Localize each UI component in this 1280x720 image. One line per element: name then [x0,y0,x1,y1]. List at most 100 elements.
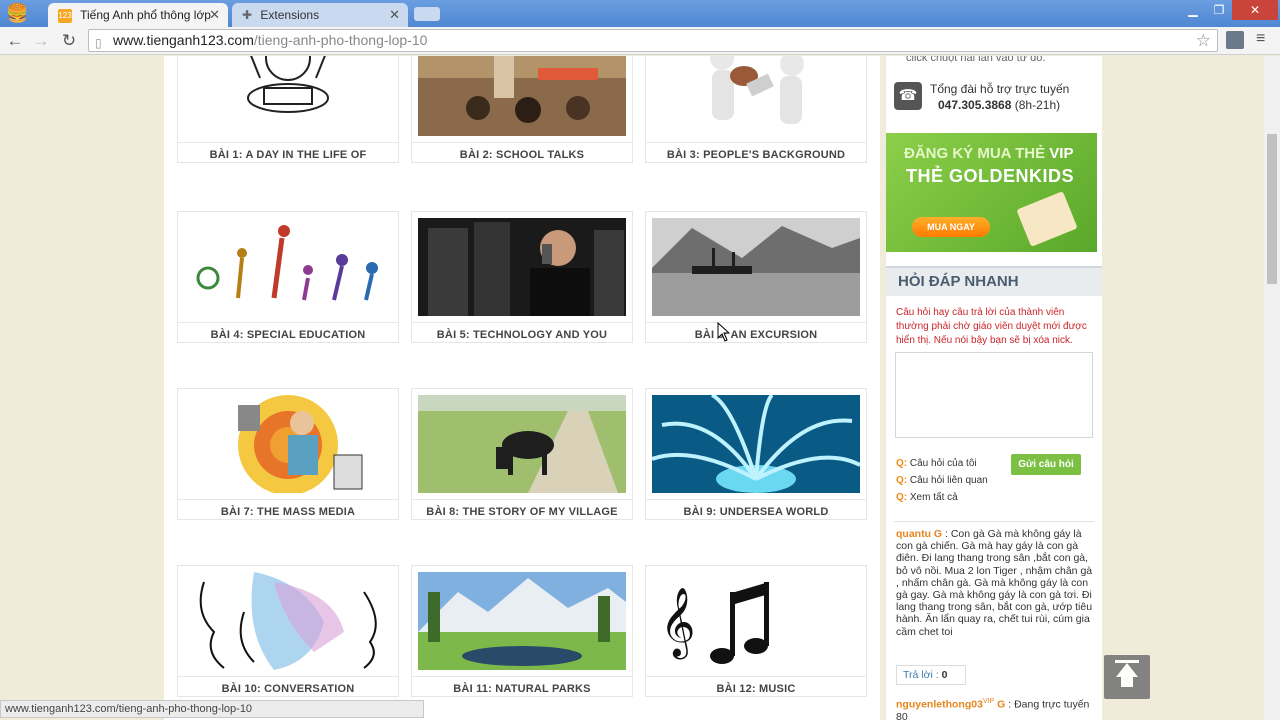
lesson-card-6[interactable]: BÀI 6: AN EXCURSION [645,211,867,343]
vip-badge: VIP [982,698,995,705]
card-divider [178,322,398,323]
lesson-card-1[interactable]: BÀI 1: A DAY IN THE LIFE OF [177,56,399,163]
reply-count: 0 [941,669,948,681]
window-close-icon[interactable]: ✕ [1232,0,1278,20]
lesson-card-2[interactable]: BÀI 2: SCHOOL TALKS [411,56,633,163]
lesson-card-12[interactable]: 𝄞 BÀI 12: MUSIC [645,565,867,697]
lesson-title[interactable]: BÀI 2: SCHOOL TALKS [412,149,632,161]
gift-card-image [1016,191,1078,247]
address-bar[interactable]: ▯ www.tienganh123.com/tieng-anh-pho-thon… [88,29,1218,52]
svg-text:𝄞: 𝄞 [660,587,695,659]
qa-links: Q: Câu hỏi của tôi Q: Câu hỏi liên quan … [896,455,988,506]
burger-app-icon[interactable]: 🍔 [6,2,36,24]
page-icon: ▯ [95,36,102,50]
arrow-stem [1121,677,1133,687]
reload-icon[interactable]: ↻ [58,30,80,52]
tab-close-icon[interactable]: ✕ [389,3,400,27]
qa-comment: quantu G : Con gà Gà mà không gáy là con… [896,528,1096,638]
q-label: Q: [896,475,908,486]
url-host: www.tienganh123.com [113,32,254,48]
phone-number: 047.305.3868 [938,98,1012,112]
lesson-thumbnail [184,572,392,670]
comment-user[interactable]: nguyenlethong03 [896,699,983,711]
lesson-card-5[interactable]: BÀI 5: TECHNOLOGY AND YOU [411,211,633,343]
lesson-title[interactable]: BÀI 12: MUSIC [646,683,866,695]
lesson-card-3[interactable]: BÀI 3: PEOPLE'S BACKGROUND [645,56,867,163]
lesson-title[interactable]: BÀI 4: SPECIAL EDUCATION [178,329,398,341]
qa-link-my-questions[interactable]: Q: Câu hỏi của tôi [896,455,988,472]
lesson-card-10[interactable]: BÀI 10: CONVERSATION [177,565,399,697]
card-divider [646,676,866,677]
lesson-card-11[interactable]: BÀI 11: NATURAL PARKS [411,565,633,697]
qa-link-all[interactable]: Q: Xem tất cả [896,489,988,506]
send-question-button[interactable]: Gửi câu hỏi [1011,454,1081,475]
support-phone: 047.305.3868 (8h-21h) [938,98,1060,112]
lesson-title[interactable]: BÀI 5: TECHNOLOGY AND YOU [412,329,632,341]
goldenkids-banner[interactable]: ĐĂNG KÝ MUA THẺ VIP THẺ GOLDENKIDS MUA N… [886,133,1097,252]
question-textarea[interactable] [895,352,1093,438]
right-sidebar: click chuột hai lần vào từ đó. ☎ Tổng đà… [886,56,1102,720]
lesson-thumbnail [652,218,860,316]
link-text[interactable]: Xem tất cả [910,492,958,503]
lesson-thumbnail [184,56,392,136]
puzzle-icon: ✚ [242,8,253,22]
lesson-card-7[interactable]: BÀI 7: THE MASS MEDIA [177,388,399,520]
link-text[interactable]: Câu hỏi liên quan [910,475,988,486]
lesson-card-9[interactable]: BÀI 9: UNDERSEA WORLD [645,388,867,520]
qa-link-related[interactable]: Q: Câu hỏi liên quan [896,472,988,489]
lesson-thumbnail [418,218,626,316]
banner-vip: VIP [1049,145,1074,162]
tab-tieng-anh[interactable]: 123 Tiếng Anh phổ thông lớp ✕ [48,3,228,27]
tab-close-icon[interactable]: ✕ [209,3,220,27]
card-divider [178,676,398,677]
lesson-card-8[interactable]: BÀI 8: THE STORY OF MY VILLAGE [411,388,633,520]
support-hours: (8h-21h) [1014,98,1061,112]
lesson-title[interactable]: BÀI 8: THE STORY OF MY VILLAGE [412,506,632,518]
tab-extensions[interactable]: ✚ Extensions ✕ [232,3,408,27]
tab-label: Tiếng Anh phổ thông lớp [80,8,211,22]
forward-arrow-icon[interactable]: → [30,30,52,52]
comment-user[interactable]: quantu [896,528,931,540]
back-arrow-icon[interactable]: ← [4,30,26,52]
card-divider [646,499,866,500]
back-to-top-button[interactable] [1104,655,1150,699]
lesson-title[interactable]: BÀI 3: PEOPLE'S BACKGROUND [646,149,866,161]
status-bar: www.tienganh123.com/tieng-anh-pho-thong-… [0,700,424,718]
bookmark-star-icon[interactable]: ☆ [1196,30,1211,51]
new-tab-button[interactable] [414,7,440,21]
chrome-menu-icon[interactable]: ≡ [1256,30,1265,48]
user-badge: G [997,698,1006,711]
quick-qa-title: HỎI ĐÁP NHANH [886,266,1102,296]
reply-button[interactable]: Trả lời : 0 [896,665,966,685]
lesson-title[interactable]: BÀI 10: CONVERSATION [178,683,398,695]
divider [894,521,1094,522]
lesson-title[interactable]: BÀI 11: NATURAL PARKS [412,683,632,695]
lesson-thumbnail [184,395,392,493]
lesson-thumbnail: 𝄞 [652,572,860,670]
page-scrollbar[interactable] [1264,56,1280,720]
dictionary-hint: click chuột hai lần vào từ đó. [906,56,1046,64]
lesson-thumbnail [418,56,626,136]
qa-notice: Câu hỏi hay câu trả lời của thành viên t… [896,307,1087,346]
buy-now-button[interactable]: MUA NGAY [912,217,990,237]
lesson-title[interactable]: BÀI 9: UNDERSEA WORLD [646,506,866,518]
banner-line1: ĐĂNG KÝ MUA THẺ [904,145,1046,162]
lesson-thumbnail [418,572,626,670]
qa-comment: nguyenlethong03VIP G : Đang trực tuyến 8… [896,696,1096,720]
extension-icon[interactable] [1226,31,1244,49]
card-divider [178,142,398,143]
up-arrow-icon [1116,663,1138,677]
lesson-card-4[interactable]: BÀI 4: SPECIAL EDUCATION [177,211,399,343]
user-badge: G [933,528,943,540]
reply-label: Trả lời : [903,669,939,681]
scrollbar-thumb[interactable] [1267,134,1277,284]
maximize-icon[interactable]: ❐ [1206,0,1232,20]
comment-text: : Con gà Gà mà không gáy là con gà chiến… [896,528,1093,638]
link-text[interactable]: Câu hỏi của tôi [910,458,977,469]
lesson-title[interactable]: BÀI 1: A DAY IN THE LIFE OF [178,149,398,161]
minimize-icon[interactable]: ▁ [1180,0,1206,20]
card-divider [412,322,632,323]
browser-tabstrip: 🍔 123 Tiếng Anh phổ thông lớp ✕ ✚ Extens… [0,0,1280,27]
lesson-title[interactable]: BÀI 6: AN EXCURSION [646,329,866,341]
lesson-title[interactable]: BÀI 7: THE MASS MEDIA [178,506,398,518]
